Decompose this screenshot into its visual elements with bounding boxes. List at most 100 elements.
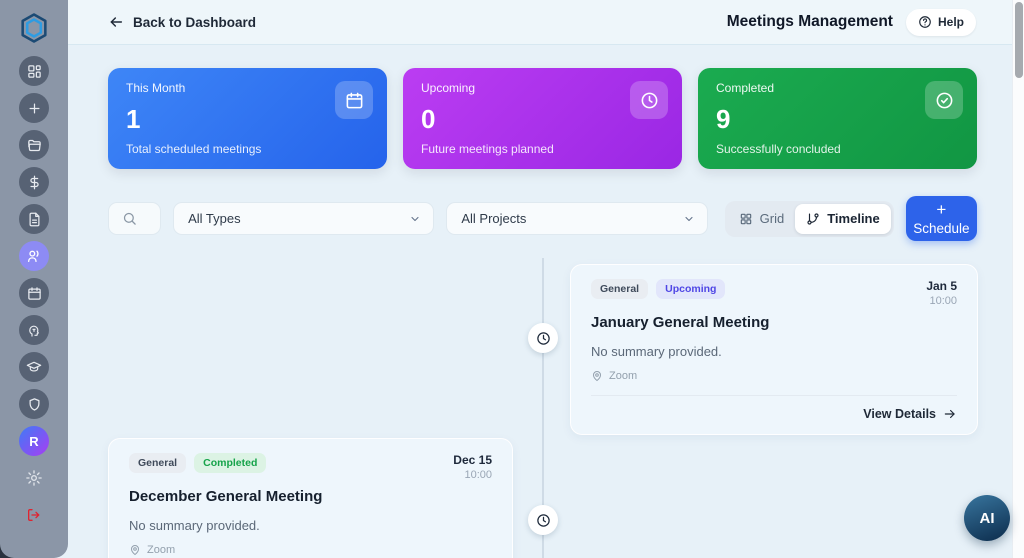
sidebar-item-members[interactable] bbox=[19, 241, 49, 271]
stats-row: This Month 1 Total scheduled meetings Up… bbox=[108, 68, 977, 169]
meeting-status-badge: Completed bbox=[194, 453, 267, 473]
plus-icon bbox=[27, 101, 42, 116]
map-pin-icon bbox=[129, 544, 141, 556]
meeting-date: Dec 15 bbox=[453, 453, 492, 467]
stat-value: 1 bbox=[126, 103, 141, 134]
meeting-time: 10:00 bbox=[929, 295, 957, 307]
meeting-summary: No summary provided. bbox=[129, 518, 260, 533]
page-scrollbar bbox=[1012, 0, 1024, 558]
app-logo-icon bbox=[16, 10, 52, 46]
main-content: This Month 1 Total scheduled meetings Up… bbox=[68, 45, 1012, 558]
timeline-marker-clock-icon bbox=[528, 505, 558, 535]
sidebar-item-add[interactable] bbox=[19, 93, 49, 123]
meeting-location: Zoom bbox=[147, 544, 176, 556]
users-icon bbox=[26, 248, 42, 264]
calendar-icon bbox=[335, 81, 373, 119]
schedule-button[interactable]: + Schedule bbox=[905, 196, 977, 241]
view-details-link[interactable]: View Details bbox=[591, 407, 957, 421]
sidebar-item-settings[interactable] bbox=[19, 463, 49, 493]
timeline-branch-icon bbox=[806, 212, 820, 226]
meeting-title: January General Meeting bbox=[591, 314, 770, 331]
meeting-type-badge: General bbox=[129, 453, 187, 473]
check-circle-icon bbox=[925, 81, 963, 119]
stat-sublabel: Successfully concluded bbox=[716, 142, 841, 156]
sidebar-item-ai[interactable] bbox=[19, 315, 49, 345]
plus-icon: + bbox=[936, 200, 947, 220]
arrow-left-icon bbox=[108, 14, 124, 30]
sidebar: R bbox=[0, 0, 68, 558]
stat-card-completed: Completed 9 Successfully concluded bbox=[698, 68, 977, 169]
top-bar: Back to Dashboard Meetings Management He… bbox=[68, 0, 1012, 45]
chevron-down-icon bbox=[409, 213, 421, 225]
stat-label: Upcoming bbox=[421, 81, 476, 95]
folder-icon bbox=[27, 138, 42, 153]
dashboard-icon bbox=[27, 64, 42, 79]
meeting-card-january: General Upcoming Jan 5 10:00 January Gen… bbox=[570, 264, 978, 435]
graduation-cap-icon bbox=[26, 359, 42, 375]
back-label: Back to Dashboard bbox=[133, 14, 257, 30]
project-filter-value: All Projects bbox=[461, 211, 527, 226]
sidebar-nav: R bbox=[19, 56, 49, 530]
stat-value: 9 bbox=[716, 103, 731, 134]
back-to-dashboard-link[interactable]: Back to Dashboard bbox=[108, 14, 256, 30]
map-pin-icon bbox=[591, 370, 603, 382]
stat-sublabel: Total scheduled meetings bbox=[126, 142, 262, 156]
dollar-icon bbox=[27, 175, 42, 190]
stat-sublabel: Future meetings planned bbox=[421, 142, 554, 156]
search-input[interactable] bbox=[108, 202, 162, 235]
stat-label: Completed bbox=[716, 81, 775, 95]
grid-view-button[interactable]: Grid bbox=[728, 204, 796, 234]
timeline-view-button[interactable]: Timeline bbox=[795, 203, 891, 234]
sidebar-item-finance[interactable] bbox=[19, 167, 49, 197]
grid-icon bbox=[739, 212, 753, 226]
user-avatar[interactable]: R bbox=[19, 426, 49, 456]
type-filter-value: All Types bbox=[188, 211, 241, 226]
sidebar-item-dashboard[interactable] bbox=[19, 56, 49, 86]
help-button[interactable]: Help bbox=[905, 8, 976, 36]
view-toggle: Grid Timeline bbox=[724, 200, 894, 237]
type-filter-select[interactable]: All Types bbox=[173, 202, 435, 235]
meeting-status-badge: Upcoming bbox=[656, 279, 726, 299]
stat-card-upcoming: Upcoming 0 Future meetings planned bbox=[403, 68, 682, 169]
timeline-label: Timeline bbox=[827, 211, 880, 226]
meeting-time: 10:00 bbox=[464, 469, 492, 481]
calendar-icon bbox=[27, 286, 42, 301]
gear-icon bbox=[25, 469, 43, 487]
stat-card-this-month: This Month 1 Total scheduled meetings bbox=[108, 68, 387, 169]
help-circle-icon bbox=[918, 15, 932, 29]
filter-toolbar: All Types All Projects Grid Timeline + S… bbox=[108, 196, 977, 241]
document-icon bbox=[27, 212, 42, 227]
sidebar-item-security[interactable] bbox=[19, 389, 49, 419]
meetings-management-app: R Back to Dashboard Meetings Management … bbox=[0, 0, 1024, 558]
help-label: Help bbox=[937, 15, 964, 29]
schedule-label: Schedule bbox=[913, 220, 970, 236]
sidebar-item-projects[interactable] bbox=[19, 130, 49, 160]
page-title: Meetings Management bbox=[726, 13, 893, 30]
meeting-date: Jan 5 bbox=[926, 279, 957, 293]
ai-assistant-button[interactable]: AI bbox=[964, 495, 1010, 541]
sidebar-item-training[interactable] bbox=[19, 352, 49, 382]
logout-icon bbox=[26, 507, 42, 523]
sidebar-item-documents[interactable] bbox=[19, 204, 49, 234]
ai-brain-icon bbox=[26, 322, 42, 338]
timeline-marker-clock-icon bbox=[528, 323, 558, 353]
meeting-type-badge: General bbox=[591, 279, 649, 299]
meeting-summary: No summary provided. bbox=[591, 344, 722, 359]
project-filter-select[interactable]: All Projects bbox=[446, 202, 708, 235]
search-icon bbox=[122, 211, 137, 226]
chevron-down-icon bbox=[683, 213, 695, 225]
sidebar-item-logout[interactable] bbox=[19, 500, 49, 530]
view-details-label: View Details bbox=[863, 407, 936, 421]
scrollbar-thumb[interactable] bbox=[1015, 2, 1023, 78]
meeting-location: Zoom bbox=[609, 370, 638, 382]
sidebar-item-calendar[interactable] bbox=[19, 278, 49, 308]
divider bbox=[591, 395, 957, 396]
shield-icon bbox=[27, 397, 42, 412]
stat-value: 0 bbox=[421, 103, 436, 134]
meeting-title: December General Meeting bbox=[129, 488, 323, 505]
stat-label: This Month bbox=[126, 81, 186, 95]
clock-icon bbox=[630, 81, 668, 119]
arrow-right-icon bbox=[943, 407, 957, 421]
meeting-card-december: General Completed Dec 15 10:00 December … bbox=[108, 438, 513, 558]
grid-label: Grid bbox=[759, 211, 785, 226]
